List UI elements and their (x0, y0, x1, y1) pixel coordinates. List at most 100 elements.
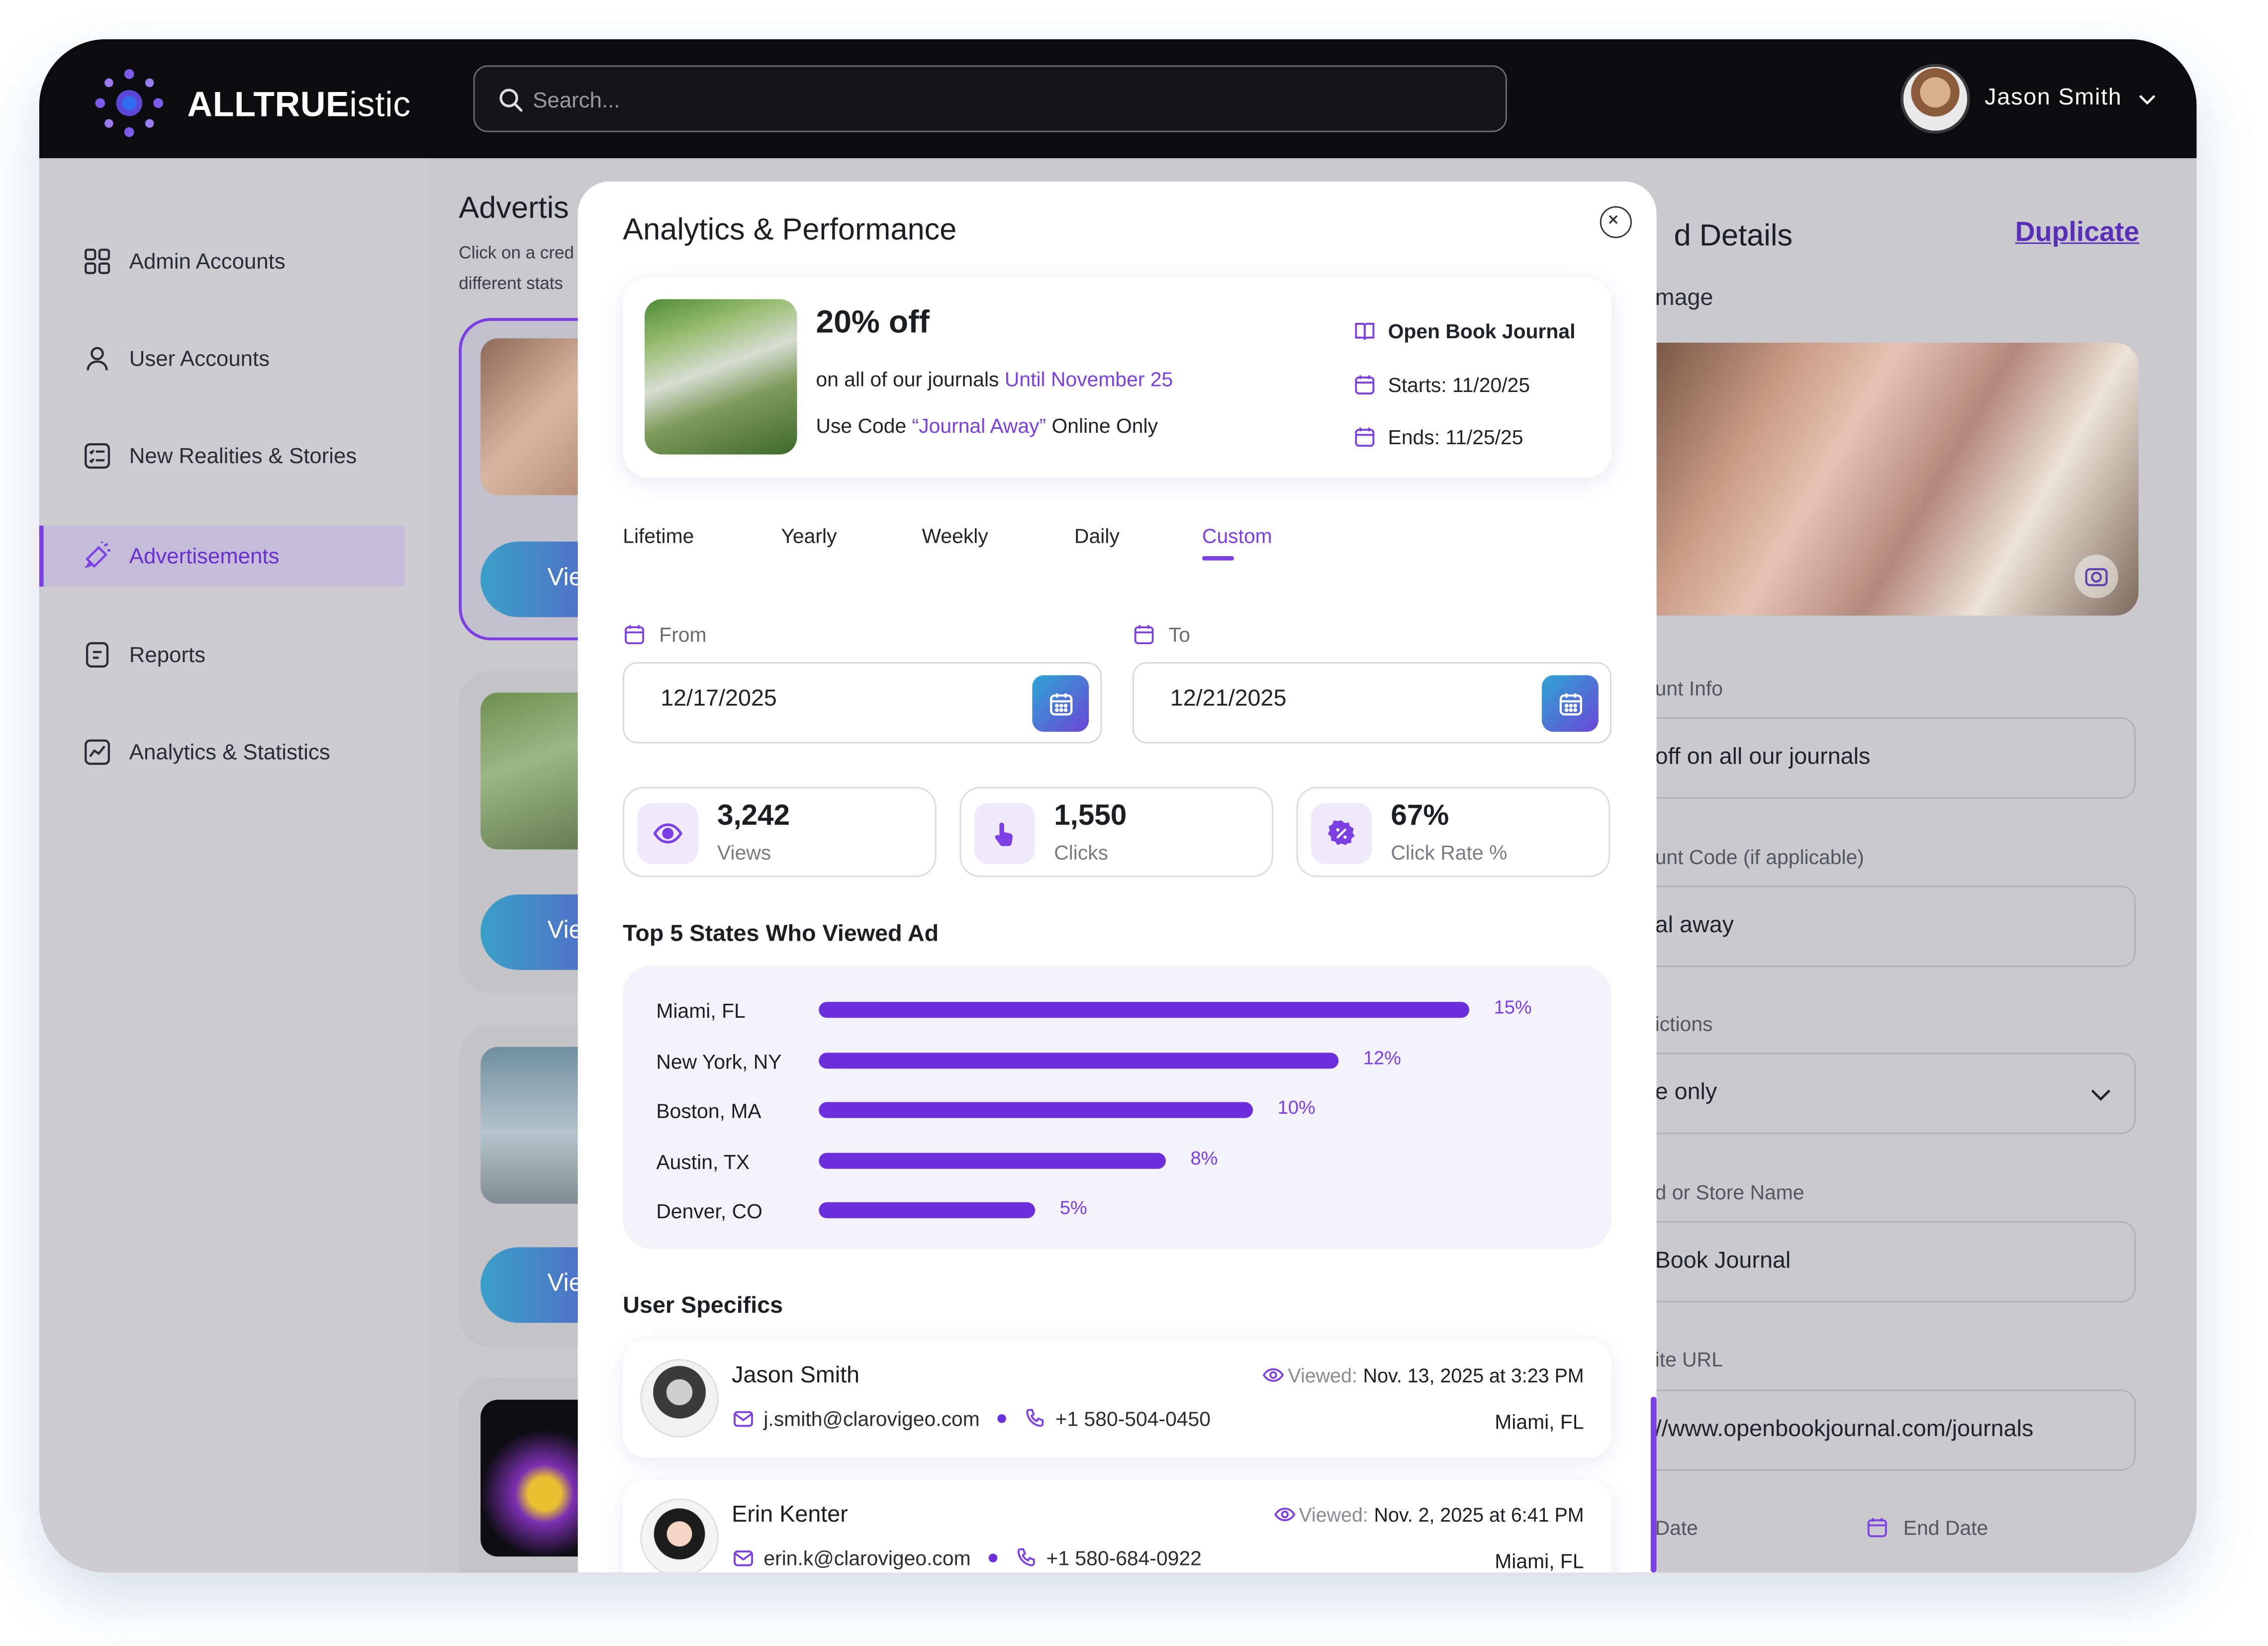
sidebar-item-new-realities[interactable]: New Realities & Stories (39, 425, 405, 486)
eye-icon (637, 803, 699, 864)
user-icon (87, 347, 108, 371)
calendar-icon (1134, 625, 1154, 645)
sidebar-item-user-accounts[interactable]: User Accounts (39, 328, 405, 389)
chart-value-label: 5% (1059, 1196, 1087, 1219)
store-name-field[interactable]: Book Journal (1636, 1221, 2136, 1303)
to-date-input[interactable] (1170, 686, 1519, 713)
tab-weekly[interactable]: Weekly (922, 524, 988, 548)
chart-row: Miami, FL 15% (623, 996, 1611, 1025)
chart-row: New York, NY 12% (623, 1046, 1611, 1075)
from-date-picker-button[interactable] (1032, 675, 1089, 732)
field-label: unt Code (if applicable) (1655, 845, 1864, 869)
page-subtitle: Click on a cred different stats (459, 242, 574, 293)
promo-headline: 20% off (816, 303, 930, 340)
chevron-down-icon[interactable] (2137, 89, 2157, 109)
chart-category-label: Miami, FL (656, 999, 746, 1022)
eye-icon (1273, 1507, 1295, 1522)
user-email: erin.k@clarovigeo.com (763, 1546, 971, 1570)
user-contact: erin.k@clarovigeo.com +1 580-684-0922 (732, 1546, 1202, 1570)
promo-image (645, 299, 797, 455)
clicks-label: Clicks (1054, 841, 1109, 864)
top-bar: ALLTRUEistic Jason Smith (39, 39, 2197, 159)
chart-category-label: Austin, TX (656, 1149, 750, 1173)
eye-icon (1263, 1368, 1284, 1382)
field-label: ictions (1655, 1012, 1713, 1036)
badge-percent-icon (1311, 803, 1372, 864)
megaphone-icon (84, 541, 110, 569)
from-label: From (623, 623, 707, 646)
sidebar-item-analytics[interactable]: Analytics & Statistics (39, 722, 405, 783)
modal-title: Analytics & Performance (623, 213, 957, 247)
duplicate-link[interactable]: Duplicate (2015, 218, 2140, 250)
sidebar-item-label: Reports (129, 642, 206, 668)
promo-store: Open Book Journal (1353, 319, 1575, 343)
camera-icon[interactable] (2075, 555, 2118, 598)
from-date-field[interactable] (623, 662, 1102, 744)
sidebar-item-admin-accounts[interactable]: Admin Accounts (39, 231, 405, 292)
viewed-timestamp: Viewed: Nov. 13, 2025 at 3:23 PM (1262, 1363, 1584, 1387)
user-email: j.smith@clarovigeo.com (763, 1407, 980, 1431)
website-url-field[interactable]: //www.openbookjournal.com/journals (1636, 1389, 2136, 1471)
user-menu[interactable]: Jason Smith (1900, 63, 2157, 135)
tab-yearly[interactable]: Yearly (781, 524, 837, 548)
discount-code-field[interactable]: al away (1636, 885, 2136, 968)
views-label: Views (717, 841, 771, 864)
user-contact: j.smith@clarovigeo.com +1 580-504-0450 (732, 1407, 1211, 1431)
brand-logo-icon (95, 69, 164, 137)
sidebar-item-advertisements[interactable]: Advertisements (39, 525, 405, 587)
sidebar-item-reports[interactable]: Reports (39, 624, 405, 685)
discount-info-field[interactable]: off on all our journals (1636, 717, 2136, 799)
promo-code: Use Code “Journal Away” Online Only (816, 413, 1158, 437)
user-name: Erin Kenter (732, 1503, 848, 1528)
to-date-field[interactable] (1132, 662, 1612, 744)
sidebar-item-label: User Accounts (129, 346, 270, 371)
sidebar-item-label: Advertisements (129, 544, 280, 569)
tab-custom[interactable]: Custom (1202, 524, 1272, 548)
analytics-modal: Analytics & Performance 20% off on all o… (577, 181, 1657, 1573)
tab-lifetime[interactable]: Lifetime (623, 524, 694, 548)
field-label: ite URL (1655, 1347, 1723, 1371)
user-avatar (640, 1498, 719, 1573)
chart-category-label: New York, NY (656, 1049, 782, 1072)
user-avatar[interactable] (1900, 64, 1971, 134)
to-date-picker-button[interactable] (1541, 675, 1599, 732)
from-date-input[interactable] (661, 686, 1009, 713)
close-icon[interactable] (1602, 207, 1629, 235)
promo-card: 20% off on all of our journals Until Nov… (623, 277, 1612, 478)
user-specifics-title: User Specifics (623, 1293, 783, 1319)
field-label: d or Store Name (1655, 1180, 1804, 1204)
sidebar-item-label: Admin Accounts (129, 249, 285, 274)
calendar-icon (1867, 1518, 1887, 1538)
separator-dot (988, 1553, 997, 1562)
search-input[interactable] (533, 81, 1462, 119)
user-name: Jason Smith (732, 1363, 860, 1388)
promo-start-date: Starts: 11/20/25 (1353, 373, 1530, 396)
chart-row: Austin, TX 8% (623, 1147, 1611, 1175)
phone-icon (1026, 1409, 1043, 1427)
close-button[interactable] (1600, 206, 1632, 238)
user-phone: +1 580-504-0450 (1055, 1407, 1211, 1431)
chart-value-label: 10% (1277, 1096, 1316, 1118)
page-title: Advertis (459, 192, 569, 225)
chart-value-label: 12% (1363, 1046, 1401, 1068)
chart-bar (819, 1002, 1470, 1018)
sidebar: Admin Accounts User Accounts New Realiti… (39, 158, 429, 1573)
chart-value-label: 8% (1190, 1146, 1218, 1168)
pointer-icon (974, 803, 1036, 864)
user-location: Miami, FL (1495, 1549, 1584, 1573)
user-card[interactable]: Jason Smith j.smith@clarovigeo.com +1 58… (623, 1340, 1612, 1458)
restrictions-select[interactable]: e only (1636, 1053, 2136, 1134)
clicks-value: 1,550 (1054, 800, 1127, 832)
details-title: d Details (1674, 219, 1793, 253)
modal-scrollbar[interactable] (1650, 1397, 1657, 1573)
user-card[interactable]: Erin Kenter erin.k@clarovigeo.com +1 580… (623, 1479, 1612, 1573)
user-location: Miami, FL (1495, 1410, 1584, 1434)
separator-dot (997, 1414, 1006, 1423)
views-value: 3,242 (717, 800, 790, 832)
grid-icon (85, 248, 110, 274)
tab-daily[interactable]: Daily (1074, 524, 1120, 548)
image-label: mage (1655, 286, 1713, 311)
chevron-down-icon[interactable] (2089, 1083, 2112, 1107)
search-bar[interactable] (473, 65, 1507, 132)
viewed-timestamp: Viewed: Nov. 2, 2025 at 6:41 PM (1273, 1503, 1584, 1526)
